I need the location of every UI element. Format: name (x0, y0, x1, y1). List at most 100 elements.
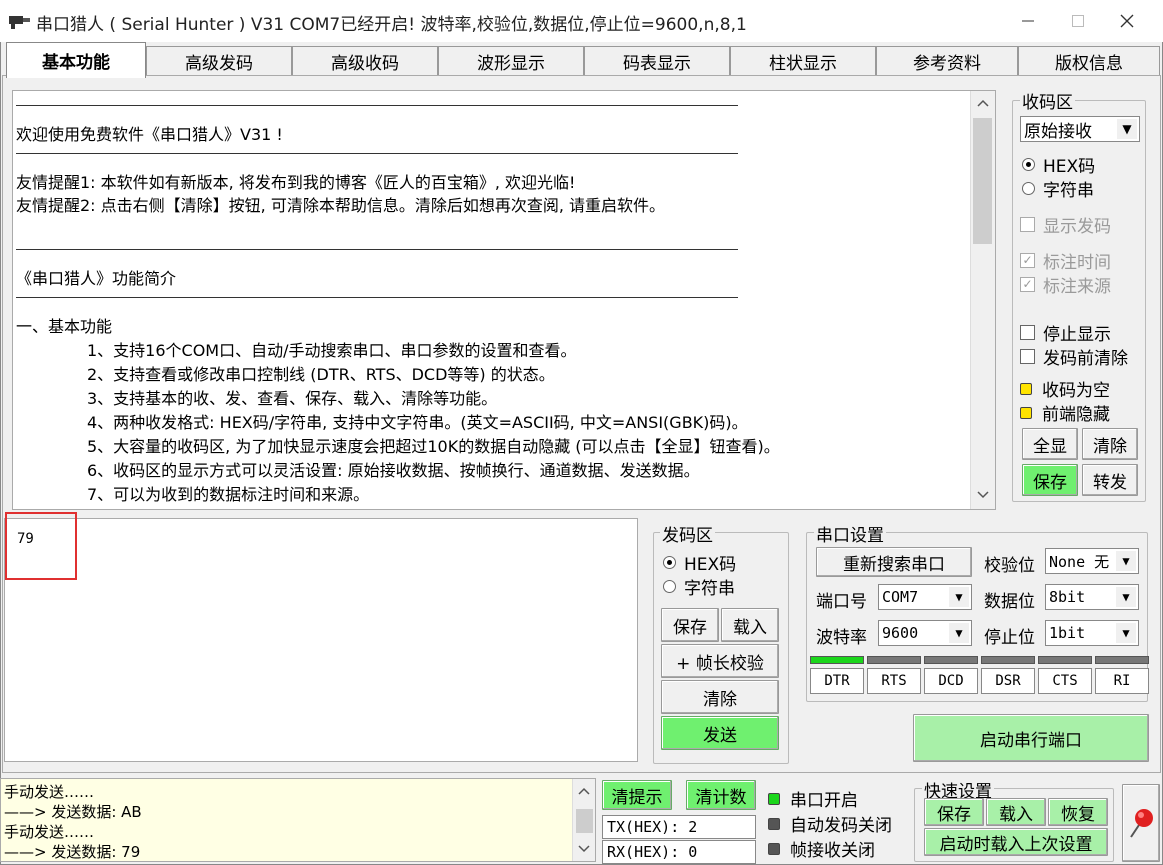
tab-basic[interactable]: 基本功能 (6, 42, 146, 78)
chevron-down-icon: ▼ (1116, 623, 1136, 643)
recv-string-radio[interactable]: 字符串 (1022, 176, 1094, 201)
clear-before-send-checkbox[interactable]: 发码前清除 (1020, 344, 1128, 369)
clear-count-button[interactable]: 清计数 (686, 780, 756, 810)
recv-line: 《串口猎人》功能简介 (16, 269, 177, 288)
pin-button[interactable] (1122, 784, 1160, 862)
chevron-down-icon: ▼ (949, 623, 969, 643)
stop-display-checkbox[interactable]: 停止显示 (1020, 320, 1111, 345)
recv-line: 一、基本功能 (16, 317, 113, 336)
app-icon (9, 16, 30, 29)
dcd-level-indicator (924, 656, 978, 664)
tab-bar: 基本功能 高级发码 高级收码 波形显示 码表显示 柱状显示 参考资料 版权信息 (0, 42, 1163, 78)
forward-button[interactable]: 转发 (1082, 464, 1138, 496)
mark-source-checkbox[interactable]: ✓ 标注来源 (1020, 272, 1111, 297)
dsr-signal: DSR (981, 668, 1035, 694)
show-all-button[interactable]: 全显 (1022, 428, 1078, 460)
auto-send-status: 自动发码关闭 (768, 811, 892, 836)
chevron-down-icon: ▼ (1116, 587, 1136, 607)
clear-tips-button[interactable]: 清提示 (602, 780, 672, 810)
window-title: 串口猎人 ( Serial Hunter ) V31 COM7已经开启! 波特率… (36, 15, 747, 35)
send-string-radio[interactable]: 字符串 (663, 574, 735, 599)
tab-bar-display[interactable]: 柱状显示 (730, 46, 876, 76)
separator (16, 105, 738, 106)
chevron-down-icon[interactable] (977, 491, 989, 499)
recv-settings-title: 收码区 (1020, 88, 1075, 113)
start-port-button[interactable]: 启动串行端口 (913, 714, 1149, 762)
parity-select[interactable]: None 无 ▼ (1045, 548, 1139, 574)
recv-hex-radio[interactable]: HEX码 (1022, 152, 1095, 177)
log-line: ——> 发送数据: 79 (4, 843, 141, 861)
rts-signal-button[interactable]: RTS (867, 668, 921, 694)
tab-advanced-send[interactable]: 高级发码 (146, 46, 292, 76)
chevron-up-icon[interactable] (977, 99, 989, 107)
send-save-button[interactable]: 保存 (661, 608, 719, 642)
separator (16, 249, 738, 250)
chevron-down-icon: ▼ (949, 587, 969, 607)
baud-value: 9600 (882, 624, 919, 642)
radio-checked-icon (663, 556, 676, 569)
radio-label: 字符串 (1043, 181, 1094, 201)
rx-counter: RX(HEX): 0 (602, 840, 756, 864)
show-send-checkbox[interactable]: 显示发码 (1020, 212, 1111, 237)
tab-waveform[interactable]: 波形显示 (438, 46, 584, 76)
mark-time-checkbox[interactable]: ✓ 标注时间 (1020, 248, 1111, 273)
frame-check-button[interactable]: + 帧长校验 (661, 644, 779, 678)
minimize-button[interactable] (1005, 0, 1051, 42)
tab-advanced-recv[interactable]: 高级收码 (292, 46, 438, 76)
receive-textarea[interactable]: 欢迎使用免费软件《串口猎人》V31 ! 友情提醒1: 本软件如有新版本, 将发布… (12, 90, 996, 510)
close-button[interactable] (1104, 0, 1150, 42)
send-button[interactable]: 发送 (661, 716, 779, 750)
recv-mode-select[interactable]: 原始接收 ▼ (1020, 116, 1140, 142)
checkbox-label: 停止显示 (1043, 325, 1111, 345)
separator (16, 297, 738, 298)
quick-save-button[interactable]: 保存 (924, 798, 984, 826)
parity-label: 校验位 (984, 556, 1035, 576)
ri-level-indicator (1095, 656, 1149, 664)
baud-label: 波特率 (816, 628, 867, 648)
send-hex-radio[interactable]: HEX码 (663, 550, 736, 575)
recv-mode-value: 原始接收 (1024, 121, 1092, 142)
recv-line: 友情提醒2: 点击右侧【清除】按钮, 可清除本帮助信息。清除后如想再次查阅, 请… (16, 196, 666, 215)
scrollbar-thumb[interactable] (973, 118, 992, 244)
rescan-ports-button[interactable]: 重新搜索串口 (816, 547, 972, 577)
recv-clear-button[interactable]: 清除 (1082, 428, 1138, 460)
title-bar: 串口猎人 ( Serial Hunter ) V31 COM7已经开启! 波特率… (0, 0, 1163, 42)
radio-label: 字符串 (684, 579, 735, 599)
chevron-down-icon[interactable] (578, 845, 590, 853)
tab-copyright[interactable]: 版权信息 (1018, 46, 1160, 76)
led-icon (768, 842, 780, 855)
quick-load-button[interactable]: 载入 (986, 798, 1046, 826)
frame-recv-status: 帧接收关闭 (768, 836, 875, 861)
tab-code-table[interactable]: 码表显示 (584, 46, 730, 76)
close-icon (1120, 14, 1134, 28)
chevron-down-icon: ▼ (1116, 551, 1136, 571)
chevron-up-icon[interactable] (578, 787, 590, 795)
port-label: 端口号 (816, 592, 867, 612)
recv-line: 欢迎使用免费软件《串口猎人》V31 ! (16, 125, 283, 144)
baud-select[interactable]: 9600 ▼ (878, 620, 972, 646)
send-clear-button[interactable]: 清除 (661, 680, 779, 714)
recv-line: 6、收码区的显示方式可以灵活设置: 原始接收数据、按帧换行、通道数据、发送数据。 (87, 461, 700, 480)
port-select[interactable]: COM7 ▼ (878, 584, 972, 610)
stopbits-select[interactable]: 1bit ▼ (1045, 620, 1139, 646)
indicator-label: 前端隐藏 (1042, 405, 1110, 425)
checkbox-icon (1020, 349, 1035, 364)
tab-reference[interactable]: 参考资料 (876, 46, 1018, 76)
log-line: 手动发送…… (4, 783, 95, 801)
quick-restore-button[interactable]: 恢复 (1048, 798, 1108, 826)
dtr-signal-button[interactable]: DTR (810, 668, 864, 694)
recv-line: 5、大容量的收码区, 为了加快显示速度会把超过10K的数据自动隐藏 (可以点击【… (87, 437, 780, 456)
checkbox-label: 标注时间 (1043, 253, 1111, 273)
load-last-settings-button[interactable]: 启动时载入上次设置 (924, 828, 1108, 856)
parity-value: None 无 (1049, 552, 1110, 571)
recv-save-button[interactable]: 保存 (1022, 464, 1078, 496)
databits-value: 8bit (1049, 588, 1086, 606)
send-textarea[interactable]: 79 (4, 518, 638, 762)
status-scrollbar[interactable] (572, 779, 595, 861)
status-log: 手动发送…… ——> 发送数据: AB 手动发送…… ——> 发送数据: 79 (0, 778, 596, 862)
send-load-button[interactable]: 载入 (721, 608, 779, 642)
maximize-button[interactable] (1055, 0, 1101, 42)
scrollbar-thumb[interactable] (576, 809, 593, 833)
databits-select[interactable]: 8bit ▼ (1045, 584, 1139, 610)
radio-label: HEX码 (684, 555, 737, 575)
